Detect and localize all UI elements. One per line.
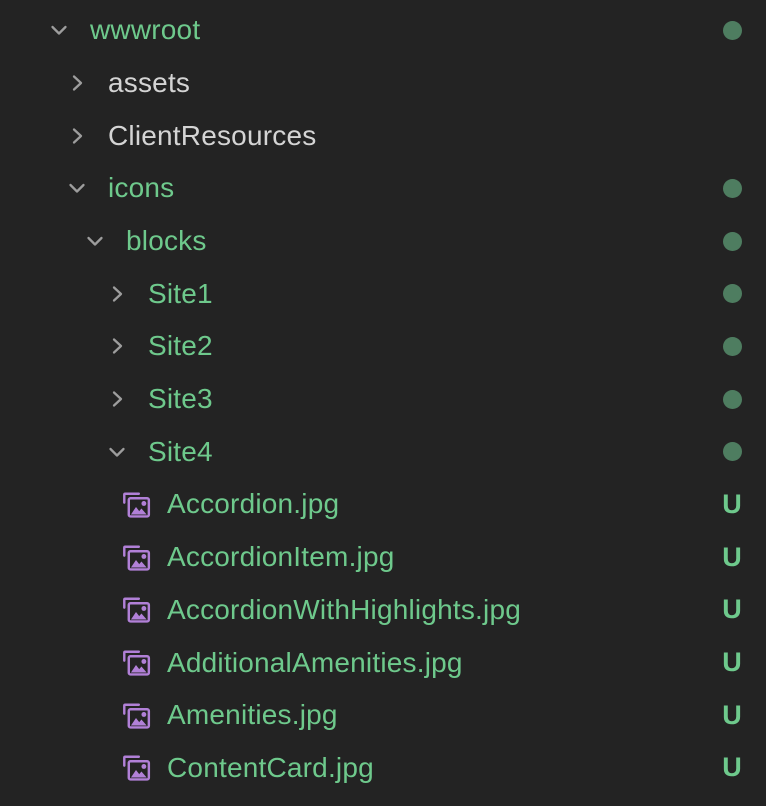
chevron-down-icon (82, 228, 108, 254)
tree-item-label: wwwroot (90, 14, 200, 46)
chevron-down-icon (46, 17, 72, 43)
twist-container[interactable] (62, 121, 92, 151)
image-file-icon (121, 753, 151, 783)
twist-container[interactable] (102, 384, 132, 414)
tree-row-site1[interactable]: Site1 (0, 267, 766, 320)
tree-row-additionalamenities-jpg[interactable]: AdditionalAmenities.jpg U (0, 636, 766, 689)
twist-container[interactable] (102, 331, 132, 361)
chevron-right-icon (64, 70, 90, 96)
tree-item-label: Site1 (148, 278, 213, 310)
git-status-badge: U (721, 584, 743, 637)
tree-item-label: ClientResources (108, 120, 316, 152)
git-status-badge: U (721, 689, 743, 742)
tree-item-label: blocks (126, 225, 207, 257)
tree-item-label: Amenities.jpg (167, 699, 338, 731)
tree-row-contentcard-jpg[interactable]: ContentCard.jpg U (0, 742, 766, 795)
tree-item-label: Site3 (148, 383, 213, 415)
tree-row-accordion-jpg[interactable]: Accordion.jpg U (0, 478, 766, 531)
twist-container[interactable] (102, 437, 132, 467)
file-explorer-tree: wwwroot assets (0, 0, 766, 794)
git-status-badge (721, 426, 743, 479)
image-file-icon (121, 490, 151, 520)
tree-row-amenities-jpg[interactable]: Amenities.jpg U (0, 689, 766, 742)
git-status-badge (721, 373, 743, 426)
git-status-badge (721, 215, 743, 268)
image-file-icon (121, 542, 151, 572)
untracked-letter-badge: U (722, 649, 742, 676)
chevron-right-icon (104, 333, 130, 359)
tree-row-wwwroot[interactable]: wwwroot (0, 4, 766, 57)
untracked-dot-badge (723, 232, 742, 251)
git-status-badge (721, 109, 743, 162)
git-status-badge (721, 320, 743, 373)
tree-row-clientresources[interactable]: ClientResources (0, 109, 766, 162)
untracked-letter-badge: U (722, 596, 742, 623)
untracked-dot-badge (723, 337, 742, 356)
tree-row-site4[interactable]: Site4 (0, 426, 766, 479)
git-status-badge (721, 57, 743, 110)
untracked-dot-badge (723, 21, 742, 40)
tree-item-label: AccordionWithHighlights.jpg (167, 594, 521, 626)
chevron-down-icon (104, 439, 130, 465)
tree-row-accordionwithhighlights-jpg[interactable]: AccordionWithHighlights.jpg U (0, 584, 766, 637)
git-status-badge: U (721, 636, 743, 689)
untracked-letter-badge: U (722, 754, 742, 781)
git-status-badge: U (721, 531, 743, 584)
tree-row-accordionitem-jpg[interactable]: AccordionItem.jpg U (0, 531, 766, 584)
tree-item-label: AdditionalAmenities.jpg (167, 647, 463, 679)
untracked-letter-badge: U (722, 544, 742, 571)
twist-container[interactable] (80, 226, 110, 256)
git-status-badge: U (721, 478, 743, 531)
tree-item-label: Site4 (148, 436, 213, 468)
tree-item-label: assets (108, 67, 190, 99)
twist-container[interactable] (102, 279, 132, 309)
git-status-badge (721, 4, 743, 57)
untracked-dot-badge (723, 179, 742, 198)
image-file-icon (121, 700, 151, 730)
untracked-letter-badge: U (722, 491, 742, 518)
git-status-badge: U (721, 742, 743, 795)
tree-row-icons[interactable]: icons (0, 162, 766, 215)
tree-item-label: icons (108, 172, 174, 204)
tree-item-label: Accordion.jpg (167, 488, 339, 520)
tree-item-label: ContentCard.jpg (167, 752, 374, 784)
untracked-dot-badge (723, 284, 742, 303)
image-file-icon (121, 595, 151, 625)
chevron-right-icon (104, 386, 130, 412)
twist-container[interactable] (62, 173, 92, 203)
tree-row-site3[interactable]: Site3 (0, 373, 766, 426)
git-status-badge (721, 162, 743, 215)
git-status-badge (721, 267, 743, 320)
tree-item-label: AccordionItem.jpg (167, 541, 395, 573)
chevron-right-icon (64, 123, 90, 149)
untracked-dot-badge (723, 442, 742, 461)
twist-container[interactable] (62, 68, 92, 98)
image-file-icon (121, 648, 151, 678)
untracked-dot-badge (723, 390, 742, 409)
chevron-down-icon (64, 175, 90, 201)
tree-row-site2[interactable]: Site2 (0, 320, 766, 373)
untracked-letter-badge: U (722, 702, 742, 729)
tree-row-blocks[interactable]: blocks (0, 215, 766, 268)
chevron-right-icon (104, 281, 130, 307)
tree-row-assets[interactable]: assets (0, 57, 766, 110)
tree-item-label: Site2 (148, 330, 213, 362)
twist-container[interactable] (44, 15, 74, 45)
